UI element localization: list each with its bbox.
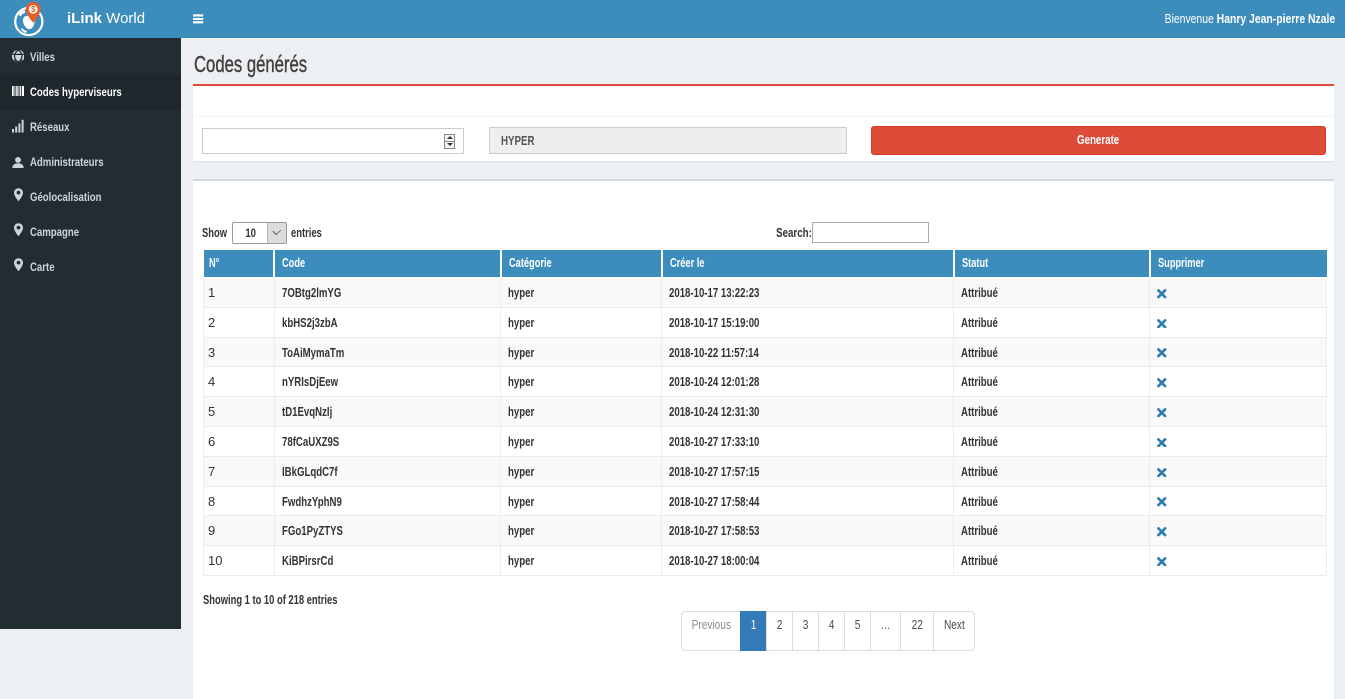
svg-text:$: $	[31, 5, 36, 14]
